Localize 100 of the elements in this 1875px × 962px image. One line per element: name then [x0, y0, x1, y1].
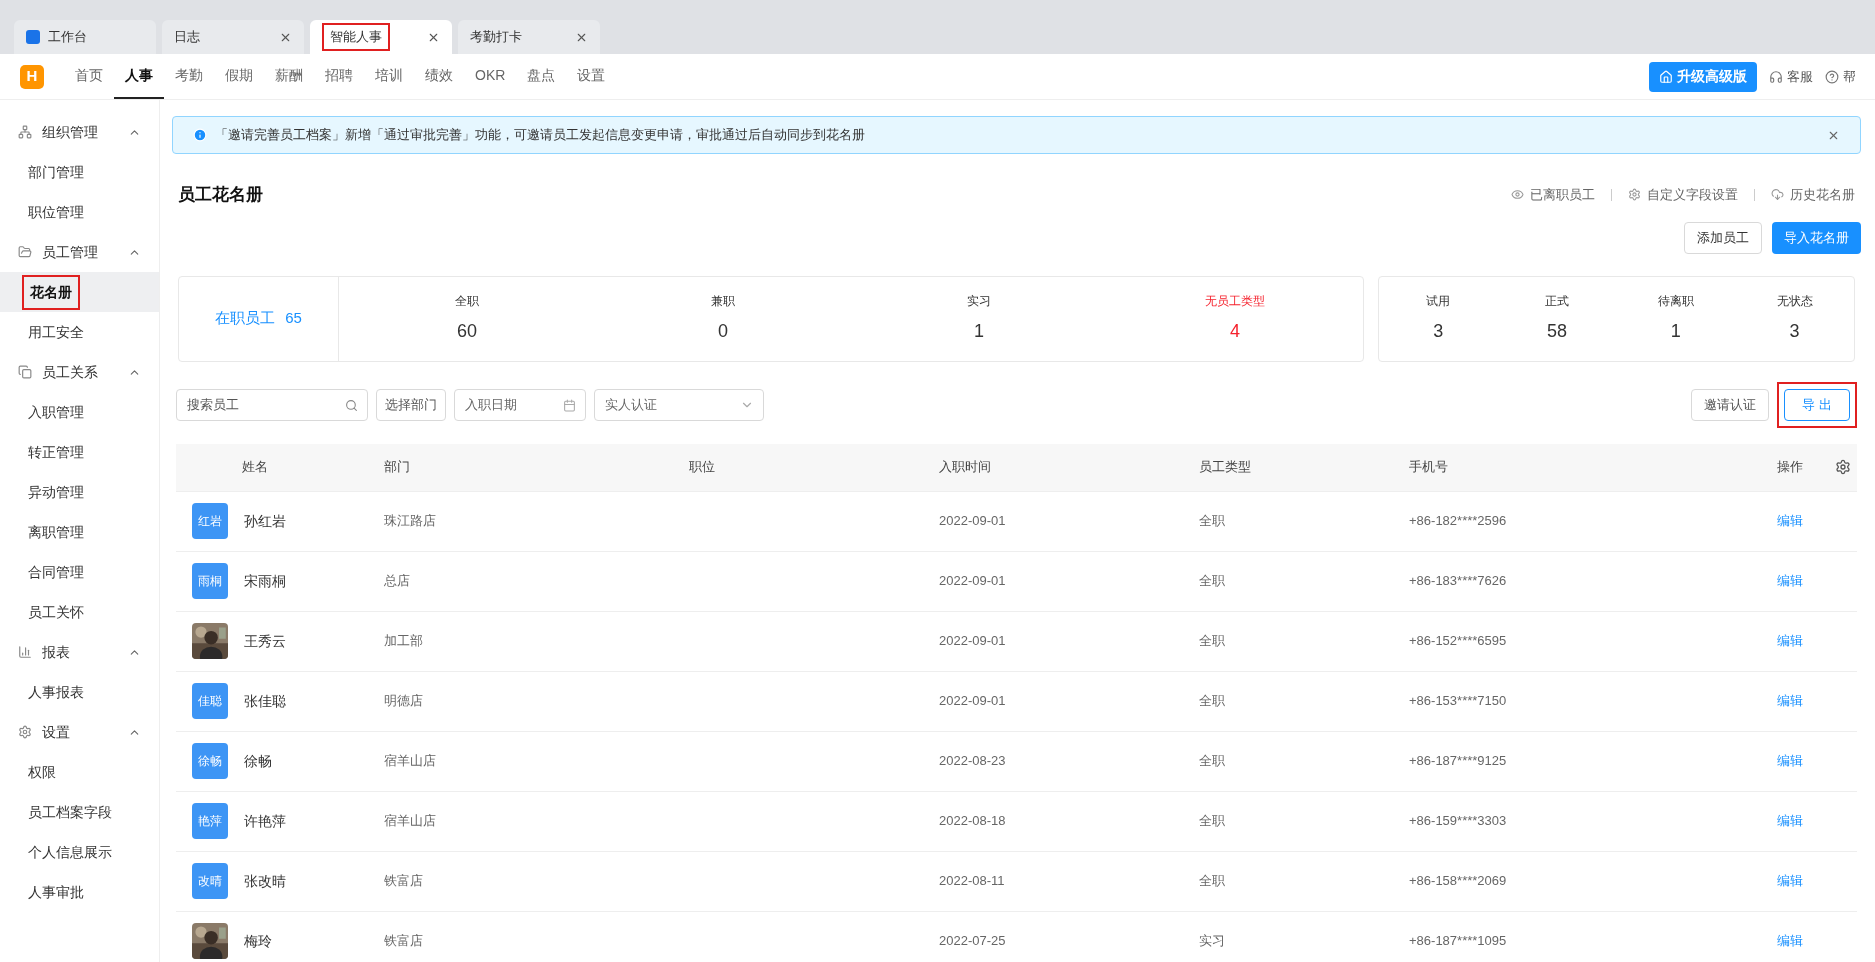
nav-tab[interactable]: 薪酬: [264, 54, 314, 99]
table-cell-text: 宿羊山店: [384, 812, 436, 831]
stat-value: 4: [1230, 320, 1240, 343]
sidebar-item[interactable]: 花名册: [0, 272, 159, 312]
browser-tab[interactable]: 日志: [162, 20, 304, 54]
employee-name[interactable]: 宋雨桐: [244, 570, 286, 592]
column-header: 手机号: [1409, 458, 1448, 477]
sidebar-item[interactable]: 转正管理: [0, 432, 159, 472]
nav-tab[interactable]: 盘点: [516, 54, 567, 99]
header-link[interactable]: 已离职员工: [1530, 185, 1595, 205]
avatar: 艳萍: [192, 803, 228, 839]
column-header: 部门: [384, 458, 410, 477]
browser-tab[interactable]: 智能人事: [310, 20, 452, 54]
sidebar-item[interactable]: 权限: [0, 752, 159, 792]
table-cell-text: 加工部: [384, 632, 423, 651]
sidebar-item[interactable]: 用工安全: [0, 312, 159, 352]
date-field[interactable]: 入职日期: [454, 388, 586, 421]
sidebar-item[interactable]: 入职管理: [0, 392, 159, 432]
department-select[interactable]: 选择部门: [376, 388, 446, 421]
employee-name[interactable]: 许艳萍: [244, 810, 286, 832]
table-cell-text: +86-182****2596: [1409, 512, 1507, 531]
nav-tab[interactable]: 首页: [64, 54, 114, 99]
nav-tab[interactable]: 绩效: [414, 54, 464, 99]
table-cell-text: 2022-07-25: [939, 932, 1006, 951]
table-cell-text: 总店: [384, 572, 410, 591]
table-cell-text: 2022-08-23: [939, 752, 1006, 771]
stat-value: 58: [1547, 320, 1568, 343]
sidebar-group[interactable]: 员工关系: [42, 361, 118, 383]
table-cell-text: 2022-09-01: [939, 692, 1006, 711]
stat-value: 65: [285, 308, 302, 329]
eye-icon: [1511, 188, 1524, 202]
stat-label: 兼职: [711, 293, 735, 310]
employee-name[interactable]: 王秀云: [244, 630, 286, 652]
action-button[interactable]: 邀请认证: [1691, 388, 1769, 421]
sidebar-item[interactable]: 合同管理: [0, 552, 159, 592]
table-cell-text: 珠江路店: [384, 512, 436, 531]
help-link[interactable]: 帮: [1843, 66, 1855, 87]
nav-tab[interactable]: 考勤: [164, 54, 214, 99]
table-cell-text: 2022-08-11: [939, 872, 1005, 891]
tab-title: 智能人事: [322, 23, 390, 51]
header-link[interactable]: 历史花名册: [1790, 185, 1855, 205]
sidebar-item[interactable]: 异动管理: [0, 472, 159, 512]
sidebar-group[interactable]: 组织管理: [42, 121, 118, 143]
nav-tab[interactable]: OKR: [464, 54, 517, 99]
table-cell-text: +86-183****7626: [1409, 572, 1507, 591]
tab-title: 考勤打卡: [470, 28, 522, 47]
table-cell-text: 实习: [1199, 932, 1225, 951]
table-cell-text: 全职: [1199, 872, 1225, 891]
employee-name[interactable]: 徐畅: [244, 750, 272, 772]
employee-name[interactable]: 孙红岩: [244, 510, 286, 532]
table-cell-text: +86-159****3303: [1409, 812, 1507, 831]
table-cell-text: 铁富店: [384, 932, 423, 951]
sidebar-group[interactable]: 设置: [42, 721, 118, 743]
sidebar-item[interactable]: 部门管理: [0, 152, 159, 192]
headset-icon: [1769, 69, 1783, 84]
column-header: 姓名: [241, 458, 268, 477]
org-chart-icon: [18, 125, 32, 139]
table-cell-text: 2022-08-18: [939, 812, 1006, 831]
table-cell-text: +86-187****1095: [1409, 932, 1507, 951]
browser-tab[interactable]: 考勤打卡: [458, 20, 600, 54]
sidebar-item[interactable]: 个人信息展示: [0, 832, 159, 872]
table-cell-text: 2022-09-01: [939, 572, 1006, 591]
nav-tab[interactable]: 人事: [114, 54, 164, 99]
sidebar-item[interactable]: 员工关怀: [0, 592, 159, 632]
nav-tab[interactable]: 培训: [364, 54, 414, 99]
column-header: 职位: [689, 458, 715, 477]
sidebar-item[interactable]: 离职管理: [0, 512, 159, 552]
settings-icon[interactable]: [1835, 459, 1851, 475]
stat-label: 无状态: [1776, 293, 1813, 310]
employee-name[interactable]: 张改晴: [244, 870, 286, 892]
sidebar-group[interactable]: 员工管理: [42, 241, 118, 263]
nav-tab[interactable]: 假期: [214, 54, 264, 99]
tab-title: 工作台: [48, 28, 87, 47]
verify-select[interactable]: 实人认证: [594, 388, 764, 421]
employee-name[interactable]: 张佳聪: [244, 690, 286, 712]
home-icon: [1659, 69, 1673, 84]
sidebar-item[interactable]: 人事报表: [0, 672, 159, 712]
sidebar-item[interactable]: 职位管理: [0, 192, 159, 232]
table-cell-text: 明德店: [384, 692, 423, 711]
sidebar-item[interactable]: 人事审批: [0, 872, 159, 912]
search-field[interactable]: 搜索员工: [176, 388, 368, 421]
sidebar-group[interactable]: 报表: [42, 641, 118, 663]
table-cell-text: +86-153****7150: [1409, 692, 1507, 711]
header-link[interactable]: 自定义字段设置: [1647, 185, 1738, 205]
service-link[interactable]: 客服: [1787, 66, 1813, 87]
stat-label: 实习: [967, 293, 991, 310]
browser-tab[interactable]: 工作台: [14, 20, 156, 54]
sidebar-item[interactable]: 员工档案字段: [0, 792, 159, 832]
overlap-squares-icon: [18, 365, 32, 379]
nav-tab[interactable]: 招聘: [314, 54, 364, 99]
employee-name[interactable]: 梅玲: [244, 930, 272, 952]
header-button[interactable]: 添加员工: [1684, 221, 1762, 254]
table-cell-text: 全职: [1199, 632, 1225, 651]
table-cell-text: 2022-09-01: [939, 512, 1006, 531]
avatar: 雨桐: [192, 563, 228, 599]
stat-value: 3: [1789, 320, 1800, 343]
column-header: 操作: [1777, 458, 1803, 477]
stat-value: 3: [1433, 320, 1444, 343]
stat-value: 0: [718, 320, 728, 343]
nav-tab[interactable]: 设置: [566, 54, 617, 99]
